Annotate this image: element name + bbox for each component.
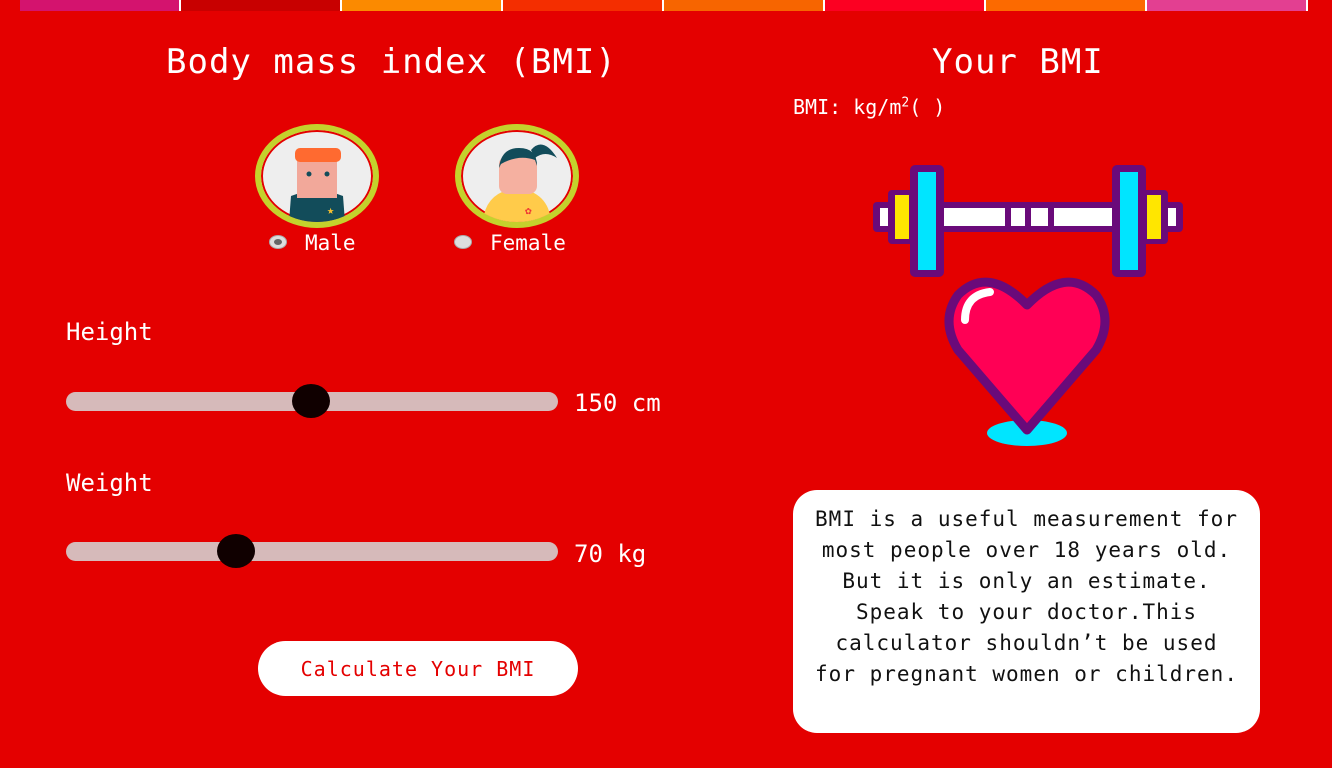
- female-label[interactable]: Female: [490, 231, 566, 255]
- banner-segment: [986, 0, 1147, 11]
- banner-segment: [342, 0, 503, 11]
- bmi-disclaimer: BMI is a useful measurement for most peo…: [793, 490, 1260, 733]
- weight-label: Weight: [66, 469, 153, 497]
- banner-segment: [664, 0, 825, 11]
- bmi-result: BMI: kg/m2( ): [793, 95, 945, 119]
- banner-segment: [503, 0, 664, 11]
- height-slider-thumb[interactable]: [292, 384, 330, 418]
- height-slider[interactable]: [66, 384, 558, 418]
- svg-text:✿: ✿: [525, 204, 532, 217]
- banner-segment: [20, 0, 181, 11]
- male-avatar[interactable]: ★: [255, 124, 379, 228]
- banner-segment: [1147, 0, 1308, 11]
- height-value: 150 cm: [574, 389, 661, 417]
- weight-slider[interactable]: [66, 534, 558, 568]
- bmi-value: ( ): [909, 95, 946, 119]
- banner-segment: [825, 0, 986, 11]
- svg-text:★: ★: [327, 203, 334, 217]
- weight-value: 70 kg: [574, 540, 647, 568]
- male-label[interactable]: Male: [305, 231, 356, 255]
- male-radio[interactable]: [269, 235, 287, 249]
- dumbbell-heart-icon: [873, 165, 1183, 446]
- weight-slider-thumb[interactable]: [217, 534, 255, 568]
- bmi-prefix: BMI: kg/m: [793, 95, 902, 119]
- calculate-bmi-button[interactable]: Calculate Your BMI: [258, 641, 578, 696]
- height-label: Height: [66, 318, 153, 346]
- banner-segment: [181, 0, 342, 11]
- result-title: Your BMI: [932, 42, 1104, 82]
- header-banner: [20, 0, 1308, 11]
- female-avatar[interactable]: ✿: [455, 124, 579, 228]
- page-title: Body mass index (BMI): [166, 42, 617, 82]
- female-radio[interactable]: [454, 235, 472, 249]
